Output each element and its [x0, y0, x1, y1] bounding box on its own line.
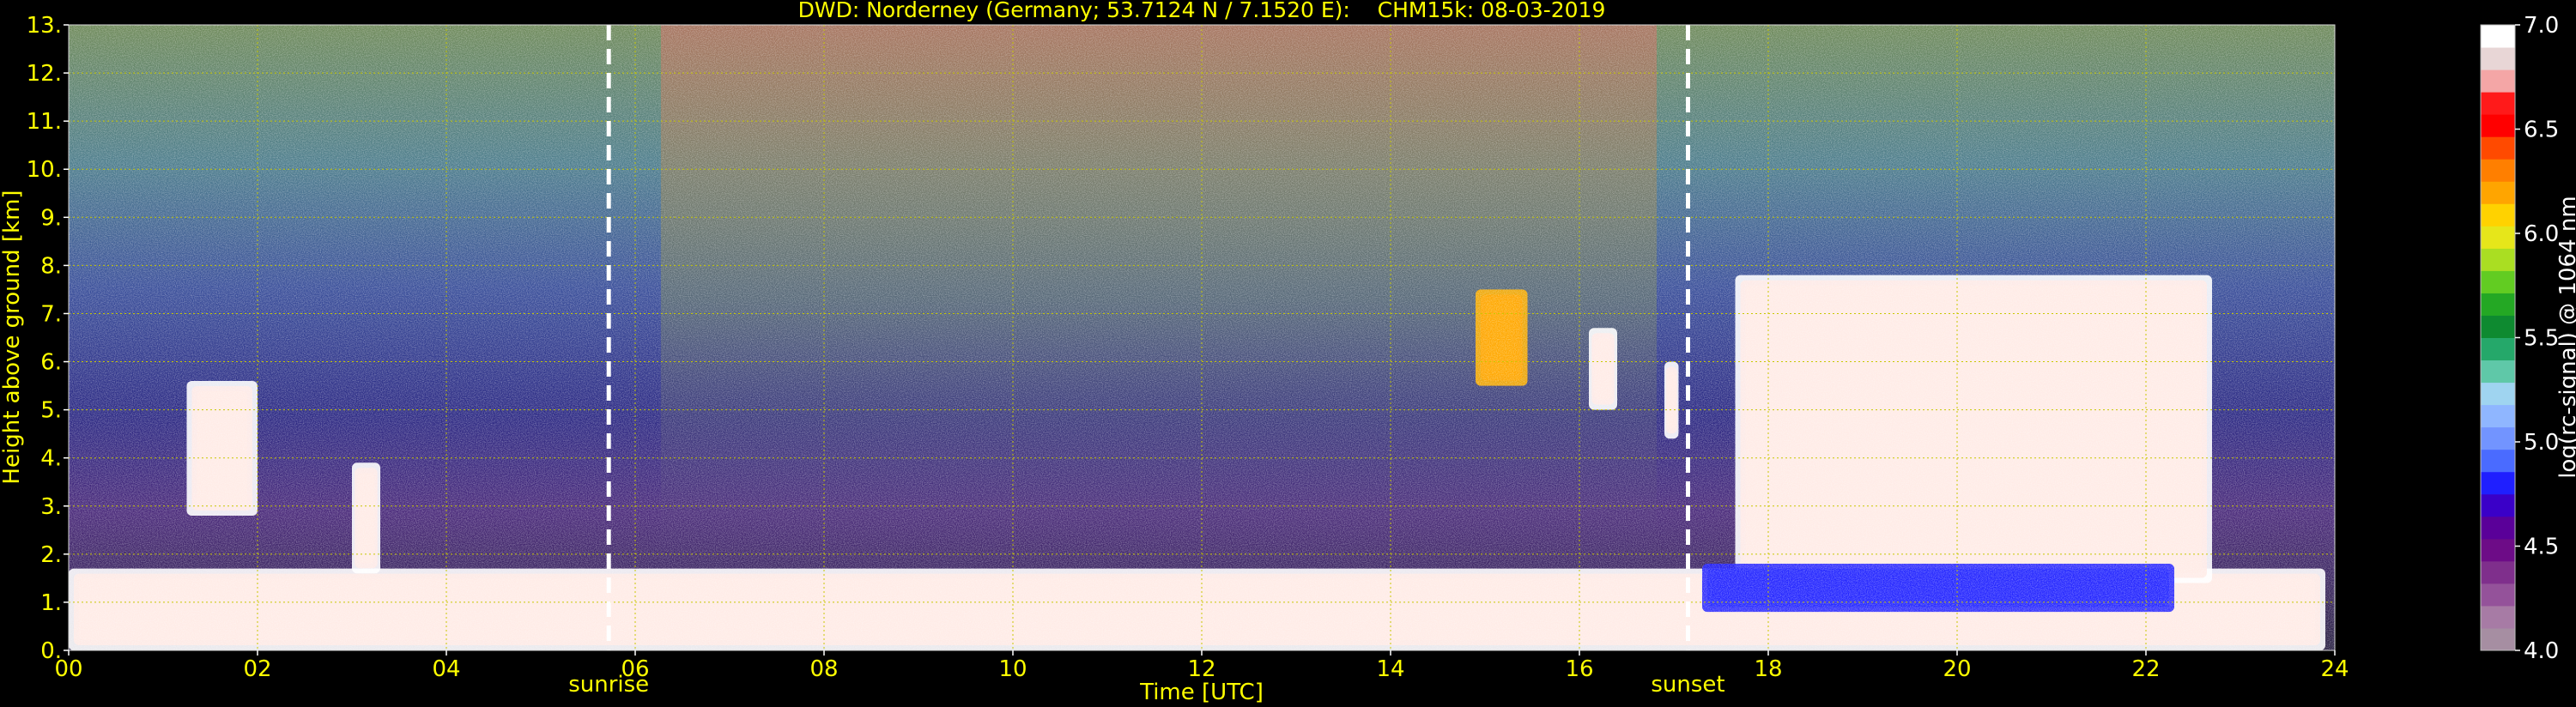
- colorbar-tick-label: 6.0: [2524, 221, 2559, 247]
- colorbar-label: log(rc-signal) @ 1064 nm: [2555, 196, 2576, 478]
- y-tick-label: 0.: [40, 638, 62, 664]
- colorbar-tick-label: 6.5: [2524, 118, 2559, 143]
- x-axis-label: Time [UTC]: [1139, 680, 1264, 705]
- x-tick-label: 06: [621, 656, 649, 682]
- x-axis: 00 02 04 06 08 10 12 14 16 18 20 22 24: [54, 650, 2349, 682]
- x-tick-label: 14: [1376, 656, 1404, 682]
- colorbar-tick-label: 7.0: [2524, 13, 2559, 39]
- colorbar-segment: [2481, 404, 2515, 428]
- y-tick-label: 9.: [40, 205, 62, 231]
- sunset-label: sunset: [1651, 672, 1724, 698]
- colorbar-segment: [2481, 605, 2515, 629]
- colorbar-segment: [2481, 516, 2515, 540]
- colorbar-segment: [2481, 560, 2515, 584]
- background-noise: [69, 25, 2335, 650]
- colorbar-segment: [2481, 627, 2515, 651]
- colorbar-segment: [2481, 382, 2515, 406]
- x-tick-label: 20: [1943, 656, 1971, 682]
- chart-title: DWD: Norderney (Germany; 53.7124 N / 7.1…: [798, 0, 1606, 22]
- colorbar-segment: [2481, 493, 2515, 517]
- colorbar-segment: [2481, 69, 2515, 93]
- y-tick-label: 1.: [40, 590, 62, 616]
- y-axis-label: Height above ground [km]: [0, 190, 25, 484]
- x-tick-label: 16: [1565, 656, 1593, 682]
- colorbar-segment: [2481, 315, 2515, 338]
- y-tick-label: 13.: [27, 13, 62, 39]
- colorbar-segment: [2481, 159, 2515, 182]
- colorbar-tick-label: 4.5: [2524, 535, 2559, 560]
- colorbar-tick-label: 4.0: [2524, 638, 2559, 664]
- y-tick-label: 2.: [40, 542, 62, 568]
- colorbar-segment: [2481, 426, 2515, 450]
- colorbar-segment: [2481, 337, 2515, 361]
- y-tick-label: 10.: [27, 157, 62, 183]
- y-tick-label: 7.: [40, 301, 62, 327]
- colorbar-segment: [2481, 226, 2515, 249]
- colorbar-segment: [2481, 114, 2515, 137]
- colorbar-segment: [2481, 270, 2515, 293]
- colorbar-segment: [2481, 449, 2515, 473]
- colorbar-tick-label: 5.0: [2524, 430, 2559, 456]
- colorbar-segment: [2481, 47, 2515, 70]
- y-tick-label: 8.: [40, 253, 62, 279]
- y-tick-label: 3.: [40, 494, 62, 520]
- y-tick-label: 11.: [27, 109, 62, 135]
- colorbar-segment: [2481, 203, 2515, 227]
- colorbar-tick-label: 5.5: [2524, 326, 2559, 352]
- colorbar-segment: [2481, 583, 2515, 607]
- x-tick-label: 22: [2131, 656, 2160, 682]
- y-tick-label: 4.: [40, 446, 62, 472]
- x-tick-label: 02: [243, 656, 271, 682]
- y-tick-label: 6.: [40, 350, 62, 376]
- colorbar: 4.0 4.5 5.0 5.5 6.0 6.5 7.0 log(rc-signal) @ 1…: [2480, 13, 2576, 664]
- colorbar-segment: [2481, 181, 2515, 204]
- y-tick-label: 5.: [40, 398, 62, 424]
- x-tick-label: 10: [998, 656, 1027, 682]
- x-tick-label: 08: [809, 656, 838, 682]
- x-tick-label: 12: [1187, 656, 1215, 682]
- colorbar-segment: [2481, 248, 2515, 271]
- colorbar-segment: [2481, 538, 2515, 562]
- colorbar-segment: [2481, 136, 2515, 160]
- colorbar-segment: [2481, 471, 2515, 495]
- ceilometer-chart: sunrise sunset 00 02 04 06 08 10 12 14 16 18 20 22 24…: [0, 0, 2576, 705]
- plot-area: sunrise sunset: [68, 24, 2336, 698]
- x-tick-label: 18: [1754, 656, 1782, 682]
- colorbar-segment: [2481, 360, 2515, 384]
- x-tick-label: 24: [2320, 656, 2349, 682]
- colorbar-segment: [2481, 92, 2515, 115]
- colorbar-segment: [2481, 25, 2515, 48]
- x-tick-label: 04: [432, 656, 460, 682]
- y-axis: 0. 1. 2. 3. 4. 5. 6. 7. 8. 9. 10. 11. 12. 13.: [27, 13, 69, 664]
- y-tick-label: 12.: [27, 61, 62, 87]
- colorbar-segment: [2481, 293, 2515, 316]
